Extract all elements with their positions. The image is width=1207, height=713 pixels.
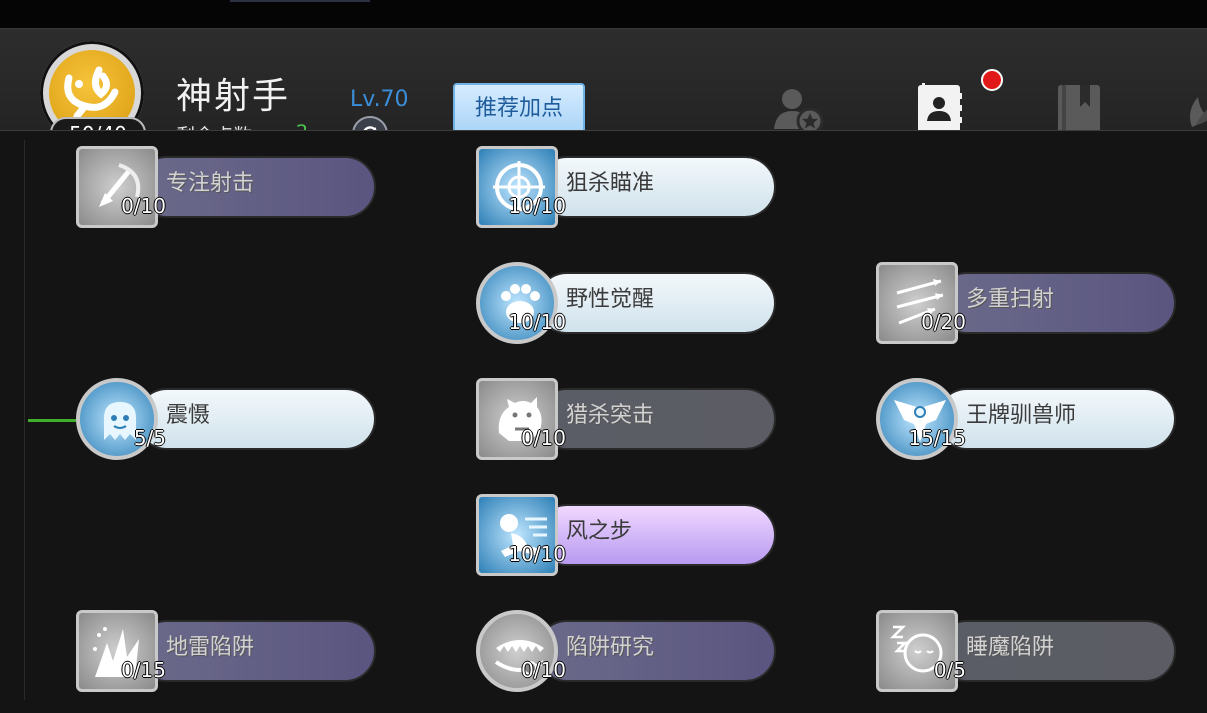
skill-points: 0/10 — [121, 194, 166, 218]
skill-item-sleep-trap[interactable]: 睡魔陷阱 0/5 — [876, 610, 1178, 696]
tab-skills[interactable] — [912, 81, 968, 137]
skill-item-landmine-trap[interactable]: 地雷陷阱 0/15 — [76, 610, 378, 696]
level-label: Lv.70 — [350, 87, 409, 112]
skill-name: 狙杀瞄准 — [566, 171, 655, 196]
tree-left-edge — [24, 140, 25, 700]
skill-book-icon — [918, 83, 962, 133]
header-bar: 50/40 神射手 剩余点数： 2 Lv.70 推荐加点 — [0, 28, 1207, 157]
skill-points: 0/15 — [121, 658, 166, 682]
skill-name: 猎杀突击 — [566, 403, 655, 428]
skill-name: 地雷陷阱 — [166, 635, 255, 660]
skill-item-wild-awaken[interactable]: 野性觉醒 10/10 — [476, 262, 778, 348]
top-strip — [0, 0, 1207, 28]
skill-points: 15/15 — [908, 426, 966, 450]
bookmark-book-icon — [1058, 85, 1100, 133]
tab-character[interactable] — [770, 81, 826, 137]
skill-points: 10/10 — [508, 194, 566, 218]
skill-points: 0/5 — [933, 658, 966, 682]
notification-dot — [981, 69, 1003, 91]
skill-name: 风之步 — [566, 519, 633, 544]
skill-points: 0/10 — [521, 658, 566, 682]
skill-item-focus-shot[interactable]: 专注射击 0/10 — [76, 146, 378, 232]
skill-connector-line — [28, 419, 76, 422]
leaf-icon — [1190, 97, 1207, 127]
skill-points: 10/10 — [508, 310, 566, 334]
skill-name: 睡魔陷阱 — [966, 635, 1055, 660]
tab-codex[interactable] — [1052, 81, 1108, 137]
skill-points: 0/20 — [921, 310, 966, 334]
skill-item-multi-sweep[interactable]: 多重扫射 0/20 — [876, 262, 1178, 348]
skill-name: 多重扫射 — [966, 287, 1055, 312]
skill-name: 王牌驯兽师 — [966, 403, 1077, 428]
skill-item-hunt-assault[interactable]: 猎杀突击 0/10 — [476, 378, 778, 464]
skill-name: 震慑 — [166, 403, 211, 428]
skill-item-wind-step[interactable]: 风之步 10/10 — [476, 494, 778, 580]
skill-name: 野性觉醒 — [566, 287, 655, 312]
skill-points: 5/5 — [133, 426, 166, 450]
skill-points: 0/10 — [521, 426, 566, 450]
tab-talent[interactable] — [1182, 81, 1207, 137]
class-name: 神射手 — [176, 76, 291, 117]
recommend-points-button[interactable]: 推荐加点 — [453, 83, 585, 135]
skill-name: 陷阱研究 — [566, 635, 655, 660]
character-star-icon — [774, 89, 824, 135]
skill-points: 10/10 — [508, 542, 566, 566]
skill-item-trap-research[interactable]: 陷阱研究 0/10 — [476, 610, 778, 696]
skill-item-sniper-aim[interactable]: 狙杀瞄准 10/10 — [476, 146, 778, 232]
skill-item-intimidate[interactable]: 震慑 5/5 — [76, 378, 378, 464]
skill-name: 专注射击 — [166, 171, 255, 196]
skill-item-ace-tamer[interactable]: 王牌驯兽师 15/15 — [876, 378, 1178, 464]
